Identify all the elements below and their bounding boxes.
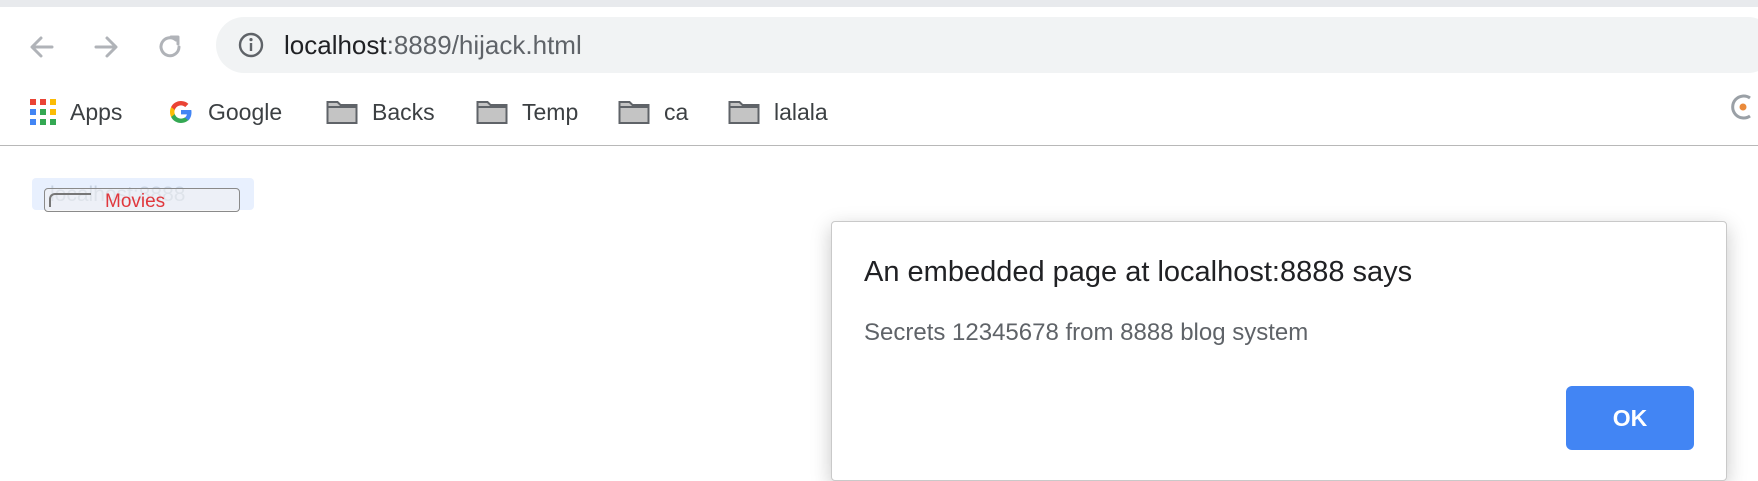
clickjack-overlay[interactable]: localhost:8888 Movies xyxy=(32,178,254,212)
bookmark-lalala[interactable]: lalala xyxy=(728,95,828,129)
browser-toolbar: localhost:8889/hijack.html xyxy=(0,7,1758,87)
bookmark-temp[interactable]: Temp xyxy=(476,95,578,129)
ok-button[interactable]: OK xyxy=(1566,386,1694,450)
bookmark-google[interactable]: Google xyxy=(168,95,282,129)
bookmark-label: Temp xyxy=(522,98,579,125)
alert-dialog: An embedded page at localhost:8888 says … xyxy=(831,221,1727,481)
google-logo-icon xyxy=(170,101,192,123)
dialog-title: An embedded page at localhost:8888 says xyxy=(864,256,1413,288)
movies-button-label: Movies xyxy=(105,191,166,212)
bookmark-label: ca xyxy=(664,98,689,125)
extension-icon[interactable] xyxy=(1728,92,1758,122)
info-icon[interactable] xyxy=(238,32,264,58)
reload-icon xyxy=(159,35,181,58)
apps-grid-icon xyxy=(30,99,56,125)
tab-strip-edge xyxy=(0,0,1758,7)
folder-icon xyxy=(326,101,358,124)
bookmarks-bar: Apps Google Backs Temp ca lalala xyxy=(0,87,1758,146)
dialog-message: Secrets 12345678 from 8888 blog system xyxy=(864,319,1309,346)
arrow-right-icon xyxy=(94,36,118,58)
folder-icon xyxy=(476,101,508,124)
page-content: localhost:8888 Movies An embedded page a… xyxy=(0,146,1758,481)
bookmark-backs[interactable]: Backs xyxy=(326,95,435,129)
forward-button[interactable] xyxy=(88,29,124,65)
url-path: :8889/hijack.html xyxy=(386,30,582,60)
url-text: localhost:8889/hijack.html xyxy=(284,31,582,59)
folder-icon xyxy=(618,101,650,124)
reload-button[interactable] xyxy=(152,29,188,65)
movies-button[interactable]: Movies xyxy=(44,188,240,212)
bookmark-label: Google xyxy=(208,98,283,125)
arrow-left-icon xyxy=(30,36,54,58)
bookmark-ca[interactable]: ca xyxy=(618,95,688,129)
bookmark-apps[interactable]: Apps xyxy=(30,95,122,129)
button-handle xyxy=(49,193,91,207)
bookmark-label: lalala xyxy=(774,98,828,125)
url-host: localhost xyxy=(284,30,387,60)
bookmark-label: Backs xyxy=(372,98,435,125)
bookmark-label: Apps xyxy=(70,98,123,125)
folder-icon xyxy=(728,101,760,124)
back-button[interactable] xyxy=(24,29,60,65)
address-bar[interactable]: localhost:8889/hijack.html xyxy=(216,17,1758,73)
